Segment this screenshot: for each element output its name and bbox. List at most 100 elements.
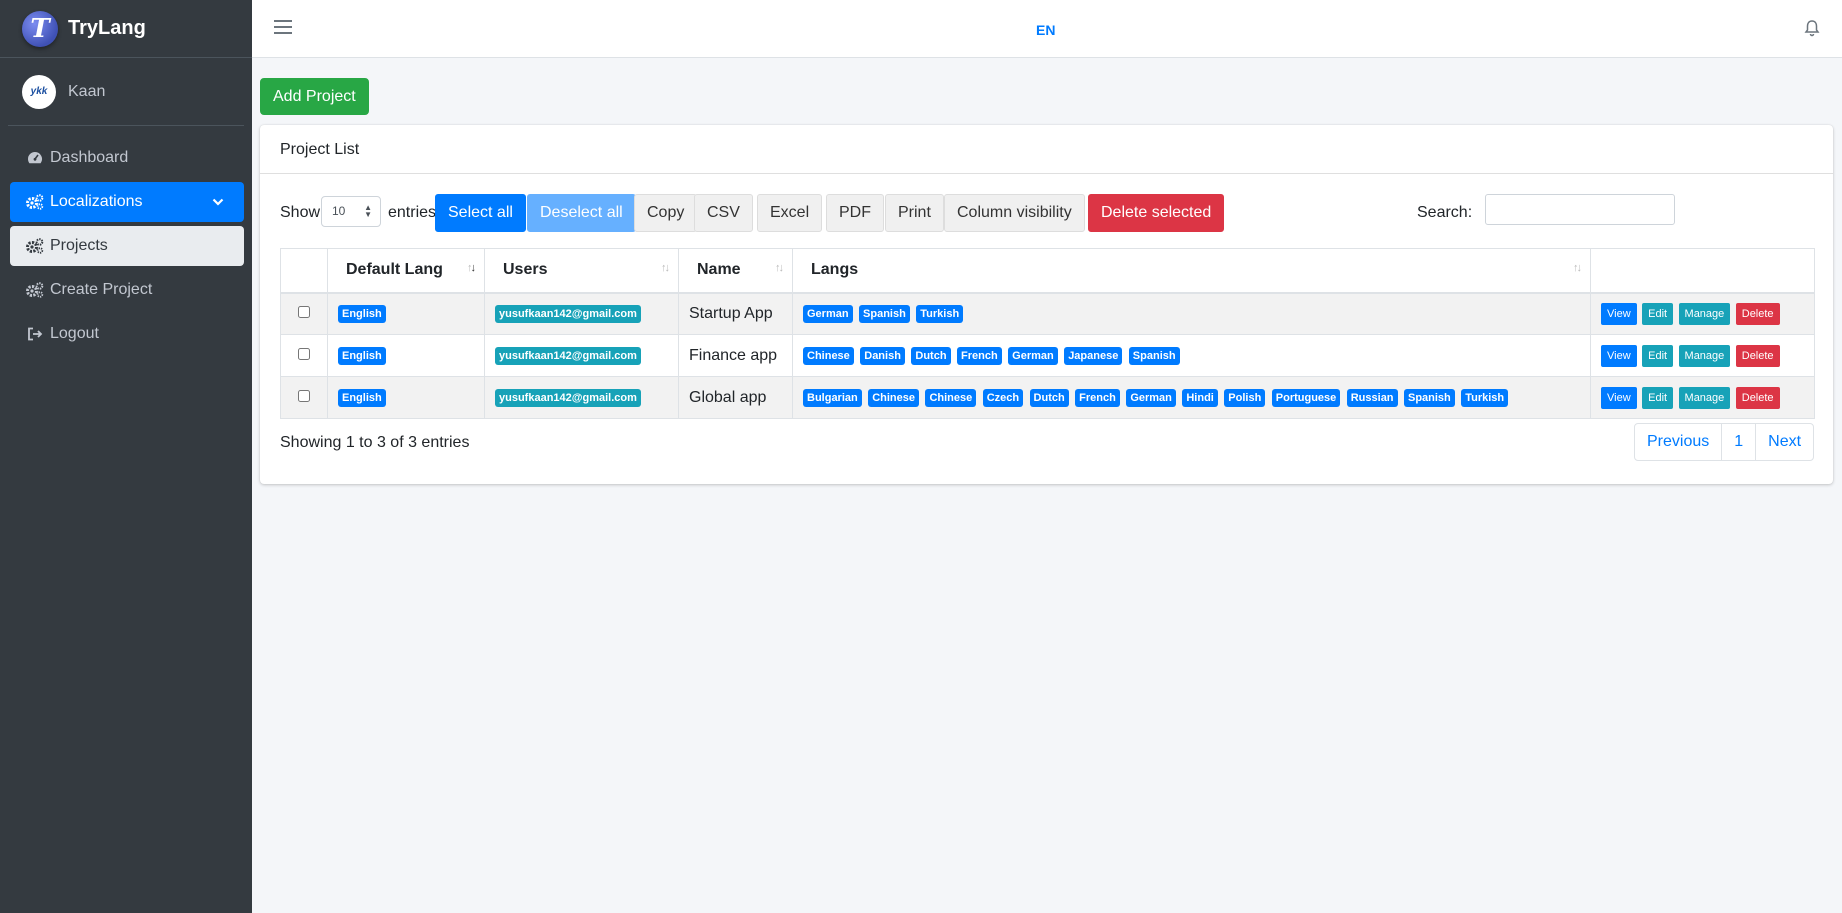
- lang-badge: German: [1008, 347, 1058, 365]
- lang-badge: Japanese: [1064, 347, 1123, 365]
- sidebar: T TryLang ykk Kaan Dashboard Localizatio…: [0, 0, 252, 913]
- default-lang-cell: English: [327, 376, 485, 419]
- bell-icon[interactable]: [1804, 19, 1820, 42]
- copy-button[interactable]: Copy: [634, 194, 698, 232]
- edit-button[interactable]: Edit: [1642, 344, 1674, 367]
- manage-button[interactable]: Manage: [1678, 386, 1731, 409]
- search-input[interactable]: [1485, 194, 1675, 225]
- actions-cell: View Edit Manage Delete: [1590, 292, 1815, 335]
- actions-column-header: [1590, 248, 1815, 294]
- select-all-button[interactable]: Select all: [435, 194, 526, 232]
- user-name: Kaan: [68, 82, 106, 100]
- lang-badge: Portuguese: [1271, 389, 1341, 407]
- name-cell: Finance app: [678, 334, 793, 377]
- cogs-icon: [26, 238, 44, 254]
- lang-badge: Spanish: [859, 305, 910, 324]
- sidebar-item-label: Logout: [50, 325, 99, 342]
- langs-cell: Chinese Danish Dutch French German Japan…: [792, 334, 1591, 377]
- edit-button[interactable]: Edit: [1642, 302, 1674, 325]
- chevron-down-icon: [212, 194, 224, 212]
- delete-button[interactable]: Delete: [1735, 386, 1780, 409]
- page-length-select[interactable]: 10 ▲ ▼: [321, 196, 381, 227]
- delete-button[interactable]: Delete: [1735, 302, 1780, 325]
- sidebar-item-localizations[interactable]: Localizations: [10, 182, 244, 222]
- lang-badge: French: [957, 347, 1002, 365]
- sidebar-item-label: Create Project: [50, 281, 153, 298]
- lang-badge: Danish: [860, 347, 905, 365]
- show-label: Show: [280, 204, 321, 221]
- csv-button[interactable]: CSV: [694, 194, 753, 232]
- column-header-name[interactable]: Name ↑↓: [678, 248, 793, 294]
- lang-badge: Chinese: [803, 347, 854, 365]
- language-switch[interactable]: EN: [1036, 22, 1055, 38]
- actions-cell: View Edit Manage Delete: [1590, 334, 1815, 377]
- lang-badge: Polish: [1224, 389, 1266, 407]
- cogs-icon: [26, 282, 44, 298]
- tachometer-icon: [26, 150, 44, 166]
- user-badge: yusufkaan142@gmail.com: [495, 347, 641, 365]
- sidebar-item-label: Localizations: [50, 193, 143, 210]
- brand-logo: T: [22, 10, 58, 47]
- lang-badge: Chinese: [868, 389, 919, 407]
- sort-icon: ↑↓: [661, 262, 670, 274]
- page-length-value: 10: [332, 204, 346, 218]
- column-header-langs[interactable]: Langs ↑↓: [792, 248, 1591, 294]
- name-cell: Startup App: [678, 292, 793, 335]
- row-select-cell: [280, 334, 328, 377]
- pagination-page-1[interactable]: 1: [1721, 423, 1757, 461]
- sidebar-item-dashboard[interactable]: Dashboard: [10, 138, 244, 178]
- sign-out-icon: [26, 326, 44, 342]
- lang-badge: Turkish: [1461, 389, 1509, 407]
- row-checkbox[interactable]: [298, 305, 310, 318]
- sidebar-item-projects[interactable]: Projects: [10, 226, 244, 266]
- datatable-toolbar: Show 10 ▲ ▼ entries Select all Deselect a…: [280, 194, 1815, 234]
- search-label: Search:: [1417, 204, 1473, 221]
- cogs-icon: [26, 194, 44, 210]
- select-column-header: [280, 248, 328, 294]
- column-visibility-button[interactable]: Column visibility: [944, 194, 1085, 232]
- select-arrows-icon: ▲ ▼: [364, 203, 372, 219]
- print-button[interactable]: Print: [885, 194, 944, 232]
- pagination-next[interactable]: Next: [1755, 423, 1815, 461]
- lang-badge: Dutch: [911, 347, 951, 365]
- users-cell: yusufkaan142@gmail.com: [484, 376, 679, 419]
- lang-badge: Dutch: [1029, 389, 1069, 407]
- add-project-button[interactable]: Add Project: [260, 78, 369, 115]
- delete-selected-button[interactable]: Delete selected: [1088, 194, 1225, 232]
- lang-badge: German: [1126, 389, 1176, 407]
- table-row[interactable]: English yusufkaan142@gmail.com Finance app…: [280, 334, 1815, 377]
- manage-button[interactable]: Manage: [1678, 344, 1731, 367]
- manage-button[interactable]: Manage: [1678, 302, 1731, 325]
- table-row[interactable]: English yusufkaan142@gmail.com Startup App…: [280, 292, 1815, 335]
- project-list-card: Project List Show 10 ▲ ▼ entries Select a…: [260, 125, 1833, 484]
- lang-badge: Russian: [1346, 389, 1398, 407]
- row-checkbox[interactable]: [298, 347, 310, 360]
- pdf-button[interactable]: PDF: [826, 194, 884, 232]
- projects-table: Default Lang ↑↓ Users ↑↓ Name ↑↓ Langs ↑↓ En…: [280, 248, 1815, 419]
- user-panel[interactable]: ykk Kaan: [8, 58, 244, 126]
- pagination-previous[interactable]: Previous: [1634, 423, 1723, 461]
- deselect-all-button[interactable]: Deselect all: [527, 194, 636, 232]
- default-lang-cell: English: [327, 334, 485, 377]
- view-button[interactable]: View: [1601, 386, 1637, 409]
- edit-button[interactable]: Edit: [1642, 386, 1674, 409]
- column-header-default-lang[interactable]: Default Lang ↑↓: [327, 248, 485, 294]
- view-button[interactable]: View: [1601, 302, 1637, 325]
- sidebar-item-label: Dashboard: [50, 149, 129, 166]
- delete-button[interactable]: Delete: [1735, 344, 1780, 367]
- menu-toggle-icon[interactable]: [274, 20, 292, 36]
- view-button[interactable]: View: [1601, 344, 1637, 367]
- lang-badge: French: [1075, 389, 1120, 407]
- lang-badge: German: [803, 305, 853, 324]
- default-lang-badge: English: [338, 305, 386, 324]
- table-row[interactable]: English yusufkaan142@gmail.com Global app B…: [280, 376, 1815, 419]
- sidebar-item-logout[interactable]: Logout: [10, 314, 244, 354]
- row-checkbox[interactable]: [298, 389, 310, 402]
- column-header-users[interactable]: Users ↑↓: [484, 248, 679, 294]
- name-cell: Global app: [678, 376, 793, 419]
- lang-badge: Spanish: [1128, 347, 1180, 365]
- excel-button[interactable]: Excel: [757, 194, 823, 232]
- sidebar-item-create-project[interactable]: Create Project: [10, 270, 244, 310]
- pagination: Previous 1 Next: [1634, 423, 1815, 461]
- brand-link[interactable]: T TryLang: [0, 0, 252, 58]
